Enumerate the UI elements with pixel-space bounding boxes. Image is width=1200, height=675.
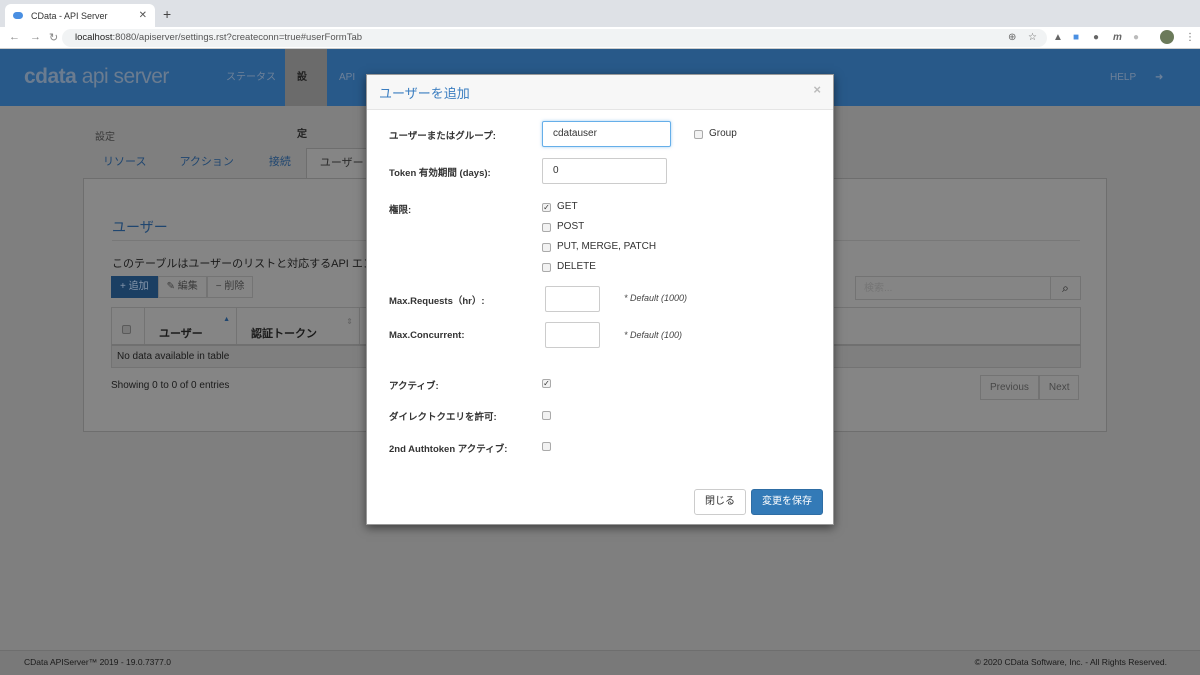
delete-button[interactable]: − 削除 bbox=[206, 276, 254, 298]
max-requests-input[interactable] bbox=[545, 286, 600, 312]
auth2-checkbox[interactable] bbox=[542, 442, 551, 451]
copyright-text: © 2020 CData Software, Inc. - All Rights… bbox=[974, 657, 1167, 667]
table-info: Showing 0 to 0 of 0 entries bbox=[111, 380, 230, 391]
put-label: PUT, MERGE, PATCH bbox=[557, 241, 657, 252]
logo: cdata api server bbox=[24, 65, 169, 88]
extension-icon-2[interactable]: ● bbox=[1133, 32, 1139, 43]
group-label: Group bbox=[709, 128, 737, 139]
zoom-icon[interactable]: ⊕ bbox=[1008, 32, 1016, 43]
direct-query-label: ダイレクトクエリを許可: bbox=[389, 412, 497, 423]
url-host: localhost bbox=[75, 32, 113, 43]
max-requests-label: Max.Requests（hr）: bbox=[389, 296, 485, 307]
select-all-checkbox[interactable] bbox=[112, 308, 145, 344]
direct-query-checkbox[interactable] bbox=[542, 411, 551, 420]
post-label: POST bbox=[557, 221, 585, 232]
m-extension-icon[interactable]: m bbox=[1113, 32, 1122, 43]
token-input[interactable]: 0 bbox=[542, 158, 667, 184]
sort-icon: ⇕ bbox=[346, 317, 353, 326]
nav-status[interactable]: ステータス bbox=[214, 49, 288, 106]
cloud-icon bbox=[13, 12, 23, 19]
user-label: ユーザーまたはグループ: bbox=[389, 131, 496, 142]
menu-icon[interactable]: ⋮ bbox=[1185, 32, 1195, 43]
close-tab-icon[interactable]: ✕ bbox=[139, 10, 147, 21]
active-label: アクティブ: bbox=[389, 381, 439, 392]
active-checkbox[interactable]: ✓ bbox=[542, 379, 551, 388]
browser-tab[interactable]: CData - API Server ✕ bbox=[5, 4, 155, 27]
post-checkbox[interactable] bbox=[542, 223, 551, 232]
max-concurrent-hint: * Default (100) bbox=[624, 330, 683, 340]
search-icon[interactable]: ⌕ bbox=[1050, 277, 1080, 299]
get-label: GET bbox=[557, 201, 578, 212]
nav-help[interactable]: HELP bbox=[1098, 49, 1148, 106]
get-checkbox[interactable]: ✓ bbox=[542, 203, 551, 212]
logout-icon[interactable]: ➜ bbox=[1143, 49, 1175, 106]
section-title: ユーザー bbox=[112, 219, 168, 235]
tab-connections[interactable]: 接続 bbox=[254, 148, 306, 178]
edit-button[interactable]: ✎ 編集 bbox=[157, 276, 207, 298]
extension-icon[interactable]: ● bbox=[1093, 32, 1099, 43]
max-concurrent-label: Max.Concurrent: bbox=[389, 330, 465, 341]
nav-api[interactable]: API bbox=[327, 49, 367, 106]
max-concurrent-input[interactable] bbox=[545, 322, 600, 348]
column-user[interactable]: ユーザー ▲ bbox=[145, 308, 237, 344]
previous-button[interactable]: Previous bbox=[980, 375, 1039, 400]
breadcrumb: 設定 bbox=[95, 132, 115, 143]
sort-asc-icon: ▲ bbox=[223, 316, 230, 323]
search-input[interactable] bbox=[856, 277, 1050, 299]
footer: CData APIServer™ 2019 - 19.0.7377.0 © 20… bbox=[0, 650, 1200, 675]
star-icon[interactable]: ☆ bbox=[1028, 32, 1037, 43]
browser-tab-bar: CData - API Server ✕ + bbox=[0, 0, 1200, 27]
tab-title: CData - API Server bbox=[31, 10, 108, 21]
delete-label: DELETE bbox=[557, 261, 596, 272]
drive-icon[interactable]: ▲ bbox=[1053, 32, 1063, 43]
translate-icon[interactable]: ■ bbox=[1073, 32, 1079, 43]
token-label: Token 有効期間 (days): bbox=[389, 168, 491, 179]
close-icon[interactable]: × bbox=[813, 82, 821, 97]
column-token[interactable]: 認証トークン ⇕ bbox=[237, 308, 360, 344]
nav-settings[interactable]: 設定 bbox=[285, 49, 327, 140]
user-input[interactable]: cdatauser bbox=[542, 121, 671, 147]
tab-actions[interactable]: アクション bbox=[159, 148, 253, 178]
address-bar: ← → ↻ localhost:8080/apiserver/settings.… bbox=[0, 27, 1200, 49]
group-checkbox[interactable] bbox=[694, 130, 703, 139]
max-requests-hint: * Default (1000) bbox=[624, 293, 688, 303]
modal-title: ユーザーを追加 bbox=[367, 75, 833, 110]
back-icon[interactable]: ← bbox=[9, 31, 20, 43]
search-box: ⌕ bbox=[855, 276, 1081, 300]
add-user-modal: ユーザーを追加 × ユーザーまたはグループ: cdatauser Group T… bbox=[366, 74, 834, 525]
next-button[interactable]: Next bbox=[1038, 375, 1080, 400]
forward-icon[interactable]: → bbox=[30, 31, 41, 43]
add-button[interactable]: + 追加 bbox=[111, 276, 158, 298]
permissions-label: 権限: bbox=[389, 205, 412, 216]
save-button[interactable]: 変更を保存 bbox=[751, 489, 823, 515]
reload-icon[interactable]: ↻ bbox=[49, 31, 58, 44]
version-text: CData APIServer™ 2019 - 19.0.7377.0 bbox=[24, 657, 171, 667]
close-button[interactable]: 閉じる bbox=[694, 489, 746, 515]
settings-tabs: リソース アクション 接続 ユーザー bbox=[90, 148, 378, 178]
url-input[interactable]: localhost:8080/apiserver/settings.rst?cr… bbox=[62, 29, 1047, 47]
new-tab-button[interactable]: + bbox=[163, 6, 171, 22]
delete-checkbox[interactable] bbox=[542, 263, 551, 272]
tab-resources[interactable]: リソース bbox=[90, 148, 159, 178]
description: このテーブルはユーザーのリストと対応するAPI エンドポ bbox=[112, 258, 396, 270]
put-checkbox[interactable] bbox=[542, 243, 551, 252]
url-path: :8080/apiserver/settings.rst?createconn=… bbox=[112, 32, 363, 43]
auth2-label: 2nd Authtoken アクティブ: bbox=[389, 444, 508, 455]
profile-avatar[interactable] bbox=[1160, 30, 1174, 44]
